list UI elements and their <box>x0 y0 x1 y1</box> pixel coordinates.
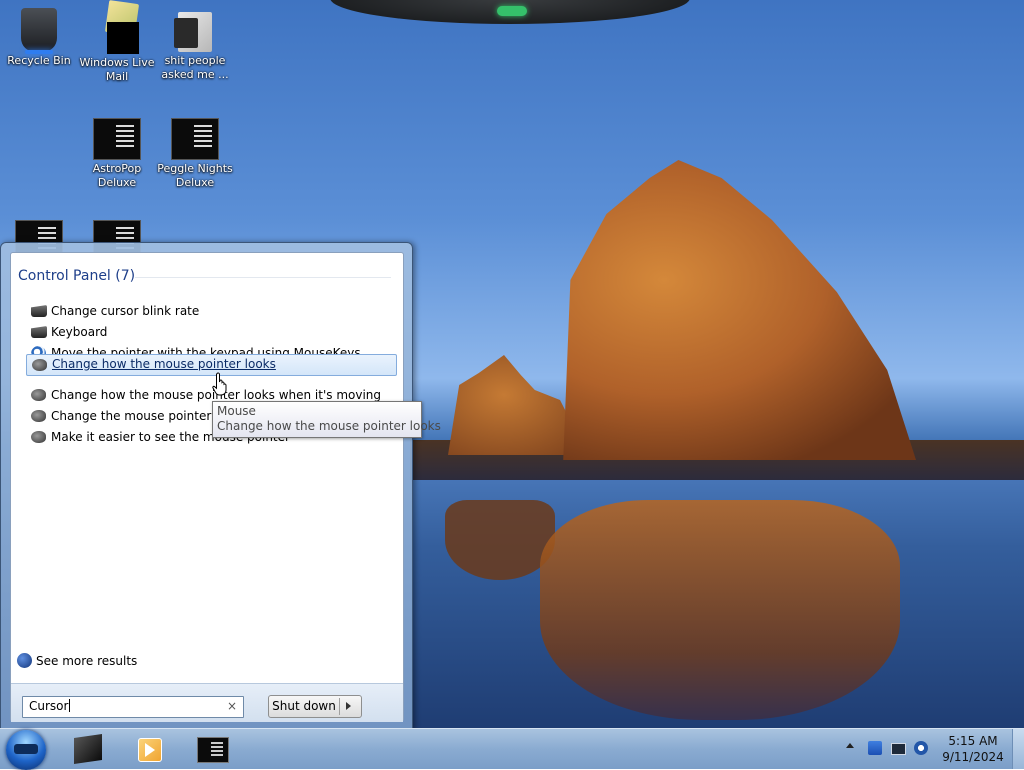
result-label: Keyboard <box>51 325 108 339</box>
action-center-icon[interactable] <box>868 741 882 755</box>
3d-cube-app-icon <box>74 734 102 764</box>
app-icon <box>93 118 141 160</box>
windows-media-player-icon <box>138 738 162 762</box>
desktop-icon-label: AstroPop Deluxe <box>92 162 142 189</box>
search-input[interactable]: Cursor × <box>22 696 244 718</box>
tooltip-description: Change how the mouse pointer looks <box>217 419 441 433</box>
taskbar-pinned-app-window[interactable] <box>190 733 234 765</box>
desktop-icon-peggle-nights[interactable]: Peggle Nights Deluxe <box>156 112 234 190</box>
result-keyboard[interactable]: Keyboard <box>25 322 397 343</box>
mouse-icon <box>32 359 47 371</box>
result-change-cursor-blink-rate[interactable]: Change cursor blink rate <box>25 301 397 322</box>
clear-search-icon[interactable]: × <box>227 699 237 713</box>
desktop-icon-label: Recycle Bin <box>7 54 71 67</box>
mouse-icon <box>31 410 46 422</box>
hand-cursor-icon <box>212 372 227 396</box>
desktop-icon-astropop[interactable]: AstroPop Deluxe <box>78 112 156 190</box>
shutdown-button[interactable]: Shut down <box>268 695 362 718</box>
wallpaper-reflection <box>540 500 900 720</box>
mouse-icon <box>31 389 46 401</box>
results-group-heading[interactable]: Control Panel (7) <box>18 268 135 284</box>
taskbar: 5:15 AM 9/11/2024 <box>0 728 1024 770</box>
heading-divider <box>135 277 391 278</box>
search-results-panel: Control Panel (7) Change cursor blink ra… <box>10 252 404 722</box>
clock-time: 5:15 AM <box>948 734 998 748</box>
wallpaper-reflection-small <box>445 500 555 580</box>
text-caret <box>69 699 71 712</box>
start-menu: Control Panel (7) Change cursor blink ra… <box>0 242 413 731</box>
app-window-icon <box>197 737 229 763</box>
result-label: Change cursor blink rate <box>51 304 200 318</box>
keyboard-icon <box>31 305 47 317</box>
desktop-icon-label: Windows Live Mail <box>79 56 155 83</box>
desktop-icon-recycle-bin[interactable]: Recycle Bin <box>0 6 78 68</box>
windows-live-mail-icon <box>93 0 141 54</box>
gadget-indicator-icon <box>497 6 527 16</box>
taskbar-pinned-app[interactable] <box>66 733 110 765</box>
result-label: Change how the mouse pointer looks <box>52 357 276 371</box>
search-globe-icon <box>17 653 32 668</box>
recycle-bin-icon <box>21 8 57 54</box>
keyboard-icon <box>31 326 47 338</box>
search-input-value: Cursor <box>29 699 69 713</box>
app-icon <box>171 118 219 160</box>
see-more-results-label: See more results <box>36 654 138 668</box>
start-menu-bottom-bar: Cursor × Shut down <box>11 683 403 722</box>
show-hidden-icons-arrow-icon[interactable] <box>846 743 854 748</box>
network-icon[interactable] <box>891 743 906 755</box>
mouse-icon <box>31 431 46 443</box>
taskbar-clock[interactable]: 5:15 AM 9/11/2024 <box>936 733 1010 765</box>
start-button[interactable] <box>6 730 46 770</box>
show-desktop-button[interactable] <box>1012 729 1024 769</box>
wallpaper-haystack-rock <box>563 160 916 460</box>
shutdown-label: Shut down <box>272 699 336 713</box>
taskbar-windows-media-player[interactable] <box>127 733 171 765</box>
shutdown-divider <box>339 698 340 715</box>
desktop-icon-folder[interactable]: shit people asked me ... <box>156 6 234 82</box>
shutdown-options-arrow-icon[interactable] <box>346 702 351 710</box>
tooltip-title: Mouse <box>217 404 256 418</box>
desktop-icon-windows-live-mail[interactable]: Windows Live Mail <box>78 0 156 84</box>
desktop-icon-label: shit people asked me ... <box>161 54 229 81</box>
clock-date: 9/11/2024 <box>942 750 1004 764</box>
volume-icon[interactable] <box>914 741 928 755</box>
desktop-icon-label: Peggle Nights Deluxe <box>157 162 233 189</box>
folder-icon <box>174 12 212 52</box>
tooltip: Mouse Change how the mouse pointer looks <box>212 401 441 438</box>
